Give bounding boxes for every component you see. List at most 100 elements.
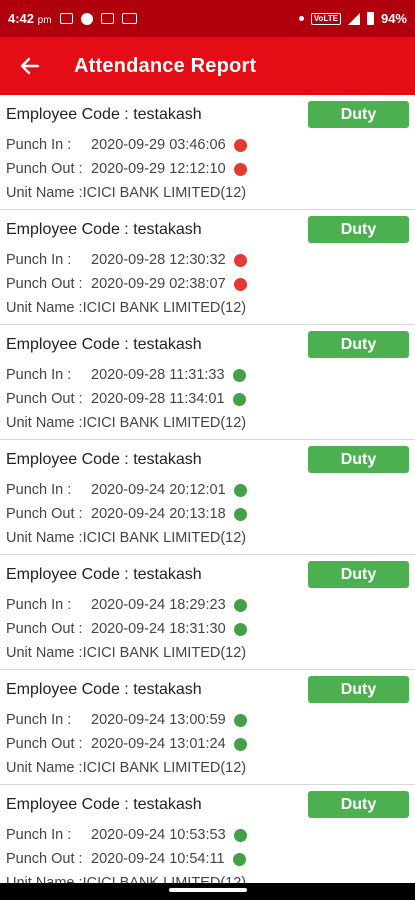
punch-out-status-icon [233, 162, 247, 176]
signal-icon [347, 12, 360, 25]
app-bar: Attendance Report [0, 37, 415, 95]
punch-out-label: Punch Out : [6, 161, 83, 177]
laptop-icon [121, 13, 137, 24]
unit-name-row: Unit Name : ICICI BANK LIMITED(12) [6, 185, 246, 201]
home-handle[interactable] [169, 888, 247, 892]
employee-code-value: testakash [133, 796, 202, 813]
punch-out-label: Punch Out : [6, 276, 83, 292]
punch-in-value: 2020-09-28 11:31:33 [91, 367, 225, 383]
punch-out-row: Punch Out : 2020-09-24 20:13:18 [6, 506, 247, 522]
punch-in-status-icon [233, 483, 247, 497]
punch-in-row: Punch In : 2020-09-24 13:00:59 [6, 712, 247, 728]
attendance-card[interactable]: Employee Code : testakash Duty Punch In : 2… [0, 325, 415, 440]
punch-in-status-icon [233, 713, 247, 727]
status-right: VoLTE 94% [298, 11, 407, 26]
punch-in-label: Punch In : [6, 367, 72, 383]
punch-out-label: Punch Out : [6, 851, 83, 867]
telegram-icon [80, 12, 93, 25]
unit-name-label: Unit Name : [6, 645, 83, 661]
employee-code-value: testakash [133, 106, 202, 123]
employee-code: Employee Code : testakash [6, 451, 202, 469]
punch-in-value: 2020-09-24 13:00:59 [91, 712, 226, 728]
employee-code: Employee Code : testakash [6, 681, 202, 699]
punch-in-row: Punch In : 2020-09-24 10:53:53 [6, 827, 247, 843]
punch-in-label: Punch In : [6, 482, 72, 498]
punch-out-status-icon [233, 622, 247, 636]
punch-in-value: 2020-09-24 20:12:01 [91, 482, 226, 498]
unit-name-row: Unit Name : ICICI BANK LIMITED(12) [6, 760, 246, 776]
unit-name-row: Unit Name : ICICI BANK LIMITED(12) [6, 645, 246, 661]
punch-in-label: Punch In : [6, 712, 72, 728]
employee-code: Employee Code : testakash [6, 336, 202, 354]
employee-code-label: Employee Code : [6, 566, 134, 583]
punch-out-row: Punch Out : 2020-09-29 12:12:10 [6, 161, 247, 177]
arrow-left-icon [20, 57, 40, 75]
punch-in-label: Punch In : [6, 252, 72, 268]
duty-button[interactable]: Duty [308, 101, 409, 128]
employee-code-value: testakash [133, 221, 202, 238]
mail-icon [100, 13, 114, 24]
unit-name-label: Unit Name : [6, 300, 83, 316]
punch-in-status-icon [233, 138, 247, 152]
unit-name-value: ICICI BANK LIMITED(12) [82, 530, 247, 546]
unit-name-row: Unit Name : ICICI BANK LIMITED(12) [6, 300, 246, 316]
volte-icon: VoLTE [310, 12, 341, 25]
unit-name-label: Unit Name : [6, 530, 83, 546]
punch-out-status-icon [232, 392, 246, 406]
gallery-icon [59, 13, 73, 24]
attendance-list: Employee Code : testakash Duty Punch In : 2… [0, 95, 415, 900]
punch-out-label: Punch Out : [6, 621, 83, 637]
employee-code-label: Employee Code : [6, 106, 134, 123]
unit-name-label: Unit Name : [6, 760, 83, 776]
employee-code: Employee Code : testakash [6, 106, 202, 124]
duty-button[interactable]: Duty [308, 676, 409, 703]
duty-button[interactable]: Duty [308, 791, 409, 818]
duty-button[interactable]: Duty [308, 331, 409, 358]
employee-code-value: testakash [133, 451, 202, 468]
attendance-card[interactable]: Employee Code : testakash Duty Punch In : 2… [0, 440, 415, 555]
punch-out-label: Punch Out : [6, 736, 83, 752]
punch-in-status-icon [233, 598, 247, 612]
attendance-card[interactable]: Employee Code : testakash Duty Punch In : 2… [0, 670, 415, 785]
employee-code-value: testakash [133, 336, 202, 353]
punch-out-label: Punch Out : [6, 391, 83, 407]
employee-code-label: Employee Code : [6, 221, 134, 238]
punch-out-label: Punch Out : [6, 506, 83, 522]
status-time: 4:42 pm [8, 11, 52, 26]
unit-name-value: ICICI BANK LIMITED(12) [82, 760, 247, 776]
punch-in-row: Punch In : 2020-09-24 18:29:23 [6, 597, 247, 613]
employee-code: Employee Code : testakash [6, 221, 202, 239]
punch-out-status-icon [232, 852, 246, 866]
notification-dot-icon [298, 16, 304, 21]
employee-code-value: testakash [133, 566, 202, 583]
unit-name-label: Unit Name : [6, 185, 83, 201]
attendance-card[interactable]: Employee Code : testakash Duty Punch In : 2… [0, 555, 415, 670]
duty-button[interactable]: Duty [308, 446, 409, 473]
punch-in-value: 2020-09-29 03:46:06 [91, 137, 226, 153]
punch-out-value: 2020-09-24 20:13:18 [91, 506, 226, 522]
status-left: 4:42 pm [8, 11, 137, 26]
employee-code-label: Employee Code : [6, 796, 134, 813]
duty-button[interactable]: Duty [308, 216, 409, 243]
punch-out-value: 2020-09-24 13:01:24 [91, 736, 226, 752]
punch-in-row: Punch In : 2020-09-28 11:31:33 [6, 367, 246, 383]
punch-in-row: Punch In : 2020-09-28 12:30:32 [6, 252, 247, 268]
punch-out-status-icon [233, 507, 247, 521]
attendance-card[interactable]: Employee Code : testakash Duty Punch In : 2… [0, 210, 415, 325]
punch-out-value: 2020-09-29 02:38:07 [91, 276, 226, 292]
punch-out-row: Punch Out : 2020-09-24 18:31:30 [6, 621, 247, 637]
punch-out-status-icon [233, 737, 247, 751]
unit-name-label: Unit Name : [6, 415, 83, 431]
unit-name-row: Unit Name : ICICI BANK LIMITED(12) [6, 415, 246, 431]
punch-in-status-icon [232, 368, 246, 382]
punch-in-value: 2020-09-24 18:29:23 [91, 597, 226, 613]
punch-out-row: Punch Out : 2020-09-24 10:54:11 [6, 851, 246, 867]
punch-in-label: Punch In : [6, 137, 72, 153]
attendance-card[interactable]: Employee Code : testakash Duty Punch In : 2… [0, 95, 415, 210]
employee-code-label: Employee Code : [6, 451, 134, 468]
punch-in-row: Punch In : 2020-09-29 03:46:06 [6, 137, 247, 153]
unit-name-row: Unit Name : ICICI BANK LIMITED(12) [6, 530, 246, 546]
unit-name-value: ICICI BANK LIMITED(12) [82, 300, 247, 316]
duty-button[interactable]: Duty [308, 561, 409, 588]
back-button[interactable] [0, 37, 60, 95]
